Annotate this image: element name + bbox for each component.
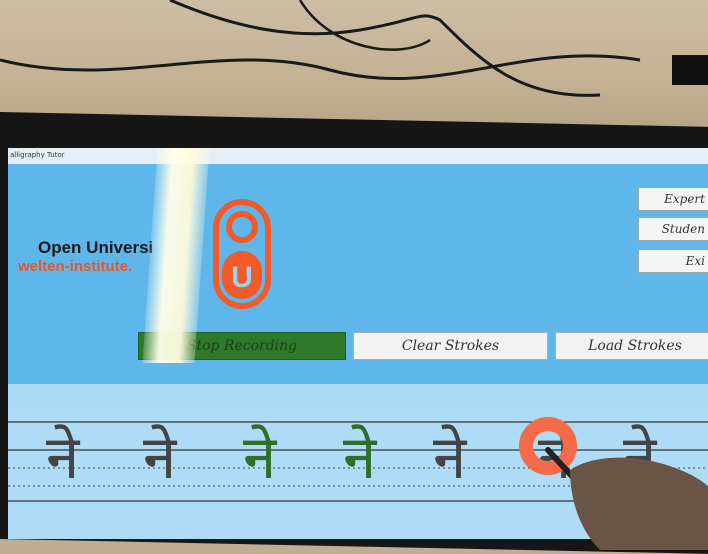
practice-glyph: ने: [243, 423, 277, 493]
load-strokes-button[interactable]: Load Strokes: [555, 332, 708, 360]
exit-button[interactable]: Exi: [638, 249, 708, 273]
divider-band: [8, 384, 708, 408]
header-band: Open Universi welten-institute. U Expert…: [8, 164, 708, 384]
ou-logo-icon: U: [213, 199, 271, 309]
org-name: Open Universi: [38, 238, 154, 257]
practice-glyph: ने: [343, 423, 377, 493]
hand-with-stylus: [545, 447, 708, 550]
logo-letter: U: [231, 261, 253, 294]
practice-glyph: ने: [46, 423, 80, 493]
window-title: alligraphy Tutor: [10, 151, 65, 159]
clear-strokes-button[interactable]: Clear Strokes: [353, 332, 548, 360]
expert-button[interactable]: Expert: [638, 187, 708, 211]
student-button[interactable]: Studen: [638, 217, 708, 241]
window-titlebar: alligraphy Tutor: [8, 148, 708, 165]
practice-glyph: ने: [143, 423, 177, 493]
practice-glyph: ने: [433, 423, 467, 493]
org-url: welten-institute.: [18, 258, 133, 275]
